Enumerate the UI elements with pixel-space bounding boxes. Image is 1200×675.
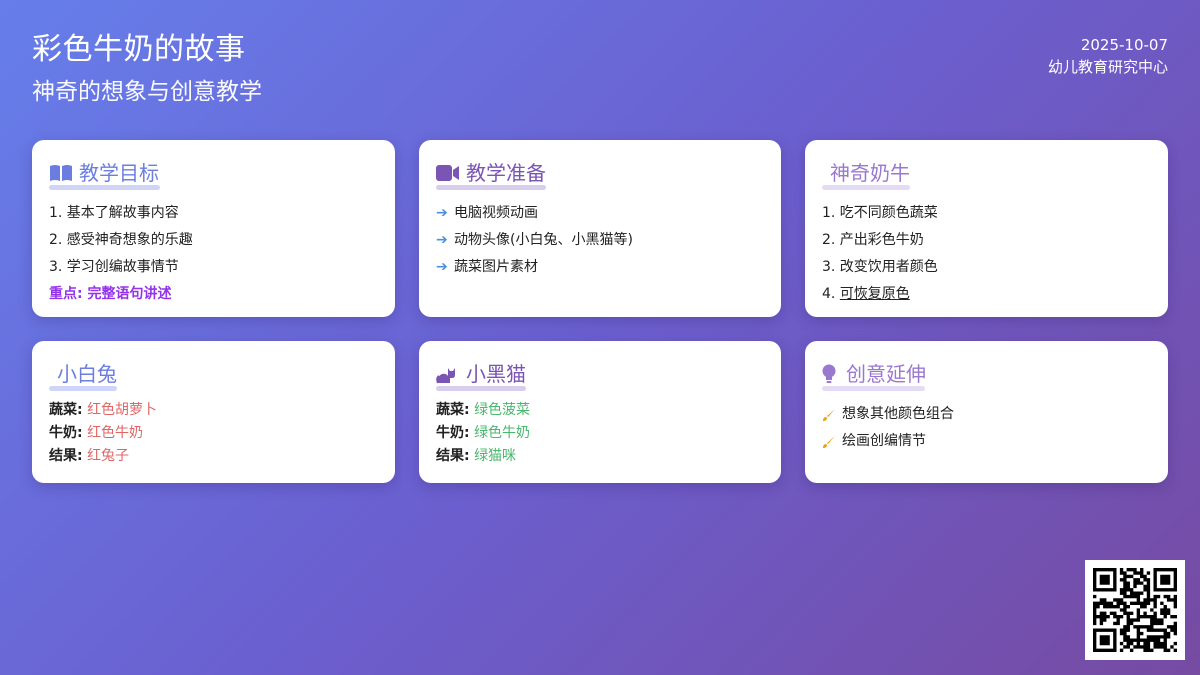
list-item-text: 可恢复原色 bbox=[839, 286, 910, 302]
arrow-right-icon: ➔ bbox=[436, 259, 448, 275]
milk-row: 牛奶: 红色牛奶 bbox=[49, 422, 379, 445]
list-item: 4. 可恢复原色 bbox=[822, 281, 1152, 308]
card-title: 教学目标 bbox=[79, 161, 159, 185]
card-magic-cow: 神奇奶牛 1. 吃不同颜色蔬菜 2. 产出彩色牛奶 3. 改变饮用者颜色 4. … bbox=[805, 140, 1168, 317]
book-icon bbox=[49, 162, 73, 184]
cow-icon bbox=[822, 162, 826, 184]
list-item-text: 电脑视频动画 bbox=[454, 205, 538, 221]
milk-value: 绿色牛奶 bbox=[474, 425, 531, 441]
qr-code bbox=[1085, 560, 1185, 660]
milk-label: 牛奶: bbox=[49, 425, 83, 441]
result-label: 结果: bbox=[436, 448, 470, 464]
date-label: 2025-10-07 bbox=[1080, 36, 1168, 54]
list-item: 3. 改变饮用者颜色 bbox=[822, 259, 938, 275]
result-row: 结果: 绿猫咪 bbox=[436, 445, 765, 468]
milk-value: 红色牛奶 bbox=[87, 425, 144, 441]
card-header: 小黑猫 bbox=[436, 359, 765, 391]
card-creative-extension: 创意延伸 想象其他颜色组合 绘画创编情节 bbox=[805, 341, 1168, 483]
list-item-text: 绘画创编情节 bbox=[842, 433, 926, 449]
milk-label: 牛奶: bbox=[436, 425, 470, 441]
card-title: 创意延伸 bbox=[846, 362, 926, 386]
veg-label: 蔬菜: bbox=[49, 402, 83, 418]
page-title: 彩色牛奶的故事 bbox=[32, 32, 246, 67]
list-item: 1. 吃不同颜色蔬菜 bbox=[822, 205, 938, 221]
list-item: 2. 感受神奇想象的乐趣 bbox=[49, 232, 193, 248]
header-meta: 2025-10-07 幼儿教育研究中心 bbox=[1048, 34, 1168, 78]
paint-brush-icon bbox=[822, 435, 842, 449]
veg-row: 蔬菜: 绿色菠菜 bbox=[436, 399, 765, 422]
card-header: 创意延伸 bbox=[822, 359, 1152, 391]
card-teaching-goals: 教学目标 1. 基本了解故事内容 2. 感受神奇想象的乐趣 3. 学习创编故事情… bbox=[32, 140, 395, 317]
card-header: 神奇奶牛 bbox=[822, 158, 1152, 190]
list-item: 2. 产出彩色牛奶 bbox=[822, 232, 924, 248]
card-title: 神奇奶牛 bbox=[830, 161, 910, 185]
list-item: 绘画创编情节 bbox=[822, 428, 1152, 455]
veg-label: 蔬菜: bbox=[436, 402, 470, 418]
rabbit-details: 蔬菜: 红色胡萝卜 牛奶: 红色牛奶 结果: 红兔子 bbox=[49, 399, 379, 468]
emphasis-label: 重点: bbox=[49, 286, 83, 302]
list-item: ➔ 蔬菜图片素材 bbox=[436, 254, 765, 281]
list-item: 1. 基本了解故事内容 bbox=[49, 205, 179, 221]
milk-row: 牛奶: 绿色牛奶 bbox=[436, 422, 765, 445]
page-subtitle: 神奇的想象与创意教学 bbox=[32, 79, 262, 105]
card-black-cat: 小黑猫 蔬菜: 绿色菠菜 牛奶: 绿色牛奶 结果: 绿猫咪 bbox=[419, 341, 781, 483]
veg-row: 蔬菜: 红色胡萝卜 bbox=[49, 399, 379, 422]
prep-list: ➔ 电脑视频动画 ➔ 动物头像(小白兔、小黑猫等) ➔ 蔬菜图片素材 bbox=[436, 200, 765, 281]
lightbulb-icon bbox=[822, 363, 840, 385]
list-item-text: 动物头像(小白兔、小黑猫等) bbox=[454, 232, 633, 248]
card-header: 小白兔 bbox=[49, 359, 379, 391]
paint-brush-icon bbox=[822, 408, 842, 422]
video-camera-icon bbox=[436, 162, 460, 184]
list-item-prefix: 4. bbox=[822, 286, 836, 302]
card-header: 教学目标 bbox=[49, 158, 379, 190]
arrow-right-icon: ➔ bbox=[436, 205, 448, 221]
result-value: 绿猫咪 bbox=[474, 448, 517, 464]
card-white-rabbit: 小白兔 蔬菜: 红色胡萝卜 牛奶: 红色牛奶 结果: 红兔子 bbox=[32, 341, 395, 483]
veg-value: 绿色菠菜 bbox=[474, 402, 531, 418]
arrow-right-icon: ➔ bbox=[436, 232, 448, 248]
cat-details: 蔬菜: 绿色菠菜 牛奶: 绿色牛奶 结果: 绿猫咪 bbox=[436, 399, 765, 468]
list-item: 想象其他颜色组合 bbox=[822, 401, 1152, 428]
card-title: 教学准备 bbox=[466, 161, 546, 185]
result-value: 红兔子 bbox=[87, 448, 130, 464]
cow-list: 1. 吃不同颜色蔬菜 2. 产出彩色牛奶 3. 改变饮用者颜色 4. 可恢复原色 bbox=[822, 200, 1152, 308]
extend-list: 想象其他颜色组合 绘画创编情节 bbox=[822, 401, 1152, 455]
goals-list: 1. 基本了解故事内容 2. 感受神奇想象的乐趣 3. 学习创编故事情节 重点:… bbox=[49, 200, 379, 308]
list-item-text: 蔬菜图片素材 bbox=[454, 259, 538, 275]
list-item: ➔ 动物头像(小白兔、小黑猫等) bbox=[436, 227, 765, 254]
result-label: 结果: bbox=[49, 448, 83, 464]
emphasis-row: 重点: 完整语句讲述 bbox=[49, 281, 379, 308]
qr-code-image bbox=[1093, 568, 1177, 652]
emphasis-value: 完整语句讲述 bbox=[87, 286, 172, 302]
card-title: 小白兔 bbox=[57, 362, 117, 386]
card-header: 教学准备 bbox=[436, 158, 765, 190]
result-row: 结果: 红兔子 bbox=[49, 445, 379, 468]
list-item: ➔ 电脑视频动画 bbox=[436, 200, 765, 227]
veg-value: 红色胡萝卜 bbox=[87, 402, 158, 418]
list-item-text: 想象其他颜色组合 bbox=[842, 406, 954, 422]
list-item: 3. 学习创编故事情节 bbox=[49, 259, 179, 275]
org-label: 幼儿教育研究中心 bbox=[1047, 58, 1168, 76]
rabbit-icon bbox=[49, 363, 53, 385]
card-teaching-prep: 教学准备 ➔ 电脑视频动画 ➔ 动物头像(小白兔、小黑猫等) ➔ 蔬菜图片素材 bbox=[419, 140, 781, 317]
header: 彩色牛奶的故事 神奇的想象与创意教学 bbox=[32, 30, 262, 110]
cat-icon bbox=[436, 363, 460, 385]
card-title: 小黑猫 bbox=[466, 362, 526, 386]
